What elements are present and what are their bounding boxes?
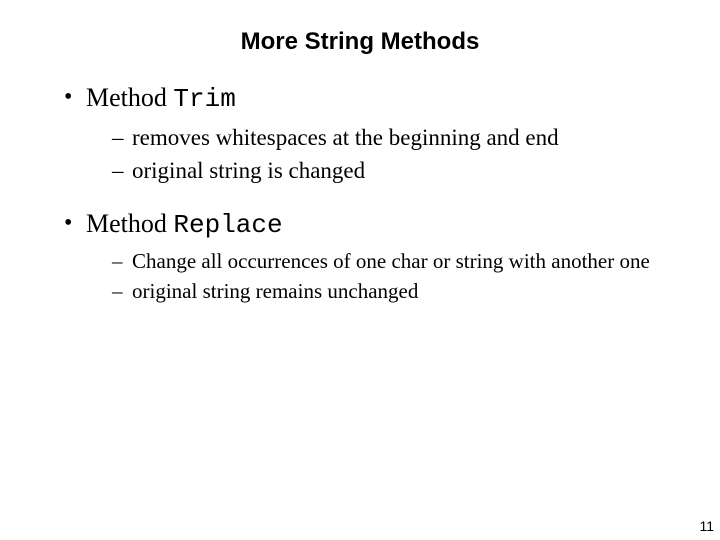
bullet-item-replace: Method Replace Change all occurrences of…	[68, 208, 680, 306]
sub-list-replace: Change all occurrences of one char or st…	[86, 247, 680, 306]
sub-item: original string is changed	[114, 155, 680, 186]
slide-title: More String Methods	[40, 28, 680, 56]
method-name-trim: Trim	[173, 84, 235, 114]
bullet-prefix: Method	[86, 209, 173, 238]
sub-item: Change all occurrences of one char or st…	[114, 247, 680, 275]
bullet-prefix: Method	[86, 83, 173, 112]
bullet-item-trim: Method Trim removes whitespaces at the b…	[68, 82, 680, 186]
page-number: 11	[699, 518, 714, 534]
sub-item: original string remains unchanged	[114, 277, 680, 305]
slide: More String Methods Method Trim removes …	[0, 0, 720, 540]
method-name-replace: Replace	[173, 210, 282, 240]
sub-item: removes whitespaces at the beginning and…	[114, 122, 680, 153]
sub-list-trim: removes whitespaces at the beginning and…	[86, 122, 680, 186]
bullet-list: Method Trim removes whitespaces at the b…	[40, 82, 680, 306]
